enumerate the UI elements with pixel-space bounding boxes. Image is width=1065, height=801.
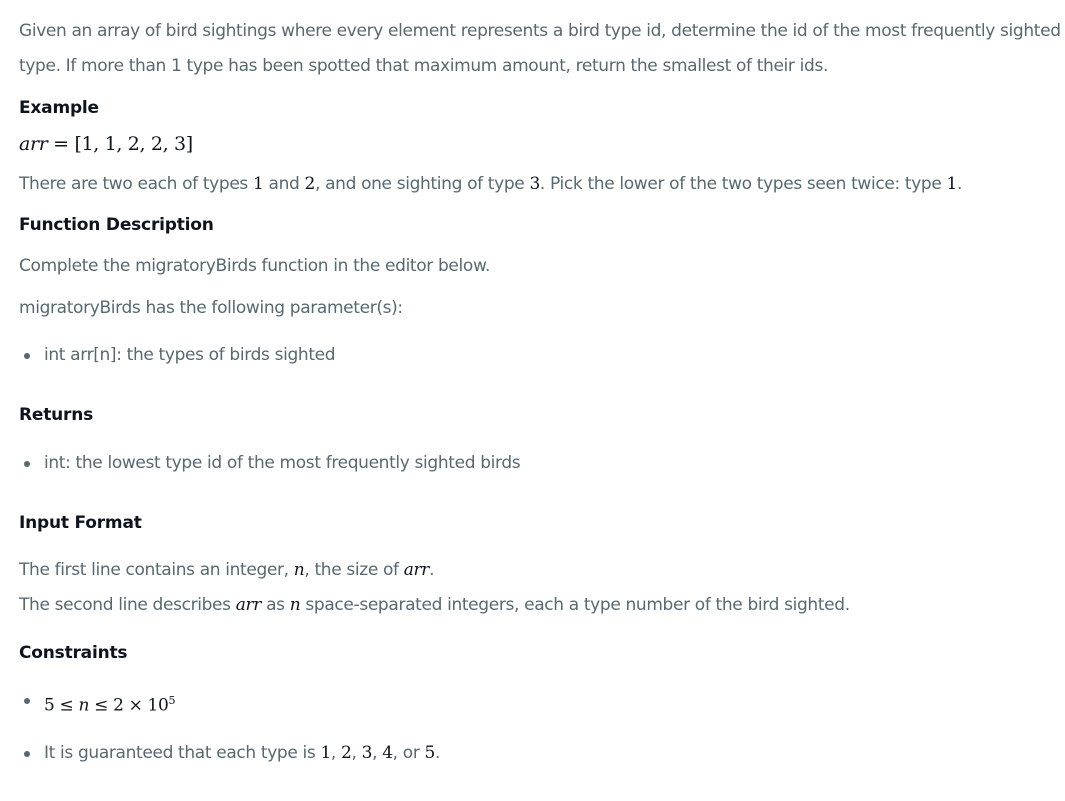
math-num: 1 xyxy=(320,743,331,763)
math-num: 4 xyxy=(382,743,393,763)
param-text: int arr[n]: the types of birds sighted xyxy=(44,345,336,365)
constraint-text: , xyxy=(351,743,362,763)
example-value: [1, 1, 2, 2, 3] xyxy=(74,133,193,155)
function-description-line-1: Complete the migratoryBirds function in … xyxy=(19,256,491,276)
bullet-icon xyxy=(24,353,30,359)
explain-num: 3 xyxy=(529,174,540,194)
explain-num: 1 xyxy=(946,174,958,194)
explain-text: and xyxy=(263,174,305,194)
example-explanation: There are two each of types 1 and 2, and… xyxy=(19,167,962,202)
math-num: 2 xyxy=(341,743,352,763)
example-heading: Example xyxy=(19,98,99,118)
math-exponent: 5 xyxy=(168,694,176,707)
math-text: ≤ 2 × 10 xyxy=(89,695,169,716)
constraints-heading: Constraints xyxy=(19,643,128,663)
returns-text: int: the lowest type id of the most freq… xyxy=(44,453,521,473)
math-num: 3 xyxy=(361,743,373,763)
input-text: space-separated integers, each a type nu… xyxy=(300,595,850,615)
bullet-icon xyxy=(24,461,30,467)
explain-text: . xyxy=(957,174,963,194)
bullet-icon xyxy=(24,698,30,704)
math-var: n xyxy=(293,560,305,580)
input-text: The second line describes xyxy=(19,595,236,615)
input-text: , the size of xyxy=(304,560,404,580)
constraint-text: . xyxy=(434,743,441,763)
function-description-heading: Function Description xyxy=(19,215,214,235)
constraint-text: , or xyxy=(392,743,425,763)
constraint-text: It is guaranteed that each type is xyxy=(44,743,321,763)
math-var: arr xyxy=(403,560,430,580)
math-var: n xyxy=(78,695,90,716)
example-var: arr xyxy=(19,133,48,155)
math-var: arr xyxy=(235,595,262,615)
intro-line-1: Given an array of bird sightings where e… xyxy=(19,21,1061,41)
constraint-list-item: It is guaranteed that each type is 1, 2,… xyxy=(19,736,440,771)
example-array: arr = [1, 1, 2, 2, 3] xyxy=(19,127,193,162)
explain-text: There are two each of types xyxy=(19,174,253,194)
returns-list-item: int: the lowest type id of the most freq… xyxy=(19,446,521,481)
constraint-text: , xyxy=(372,743,383,763)
input-text: as xyxy=(261,595,290,615)
input-format-line-1: The first line contains an integer, n, t… xyxy=(19,553,435,588)
explain-text: , and one sighting of type xyxy=(314,174,530,194)
explain-text: . Pick the lower of the two types seen t… xyxy=(539,174,947,194)
math-num: 5 xyxy=(424,743,436,763)
input-text: . xyxy=(429,560,435,580)
function-description-line-2: migratoryBirds has the following paramet… xyxy=(19,298,403,318)
param-list-item: int arr[n]: the types of birds sighted xyxy=(19,338,336,373)
bullet-icon xyxy=(24,751,30,757)
math-text: 5 ≤ xyxy=(44,695,79,716)
constraint-text: , xyxy=(330,743,342,763)
input-format-line-2: The second line describes arr as n space… xyxy=(19,588,850,623)
input-format-heading: Input Format xyxy=(19,513,142,533)
constraint-list-item: 5 ≤ n ≤ 2 × 105 xyxy=(19,683,175,724)
example-equals: = xyxy=(53,133,69,155)
returns-heading: Returns xyxy=(19,405,94,425)
explain-num: 2 xyxy=(304,174,316,194)
input-text: The first line contains an integer, xyxy=(19,560,294,580)
explain-num: 1 xyxy=(253,174,264,194)
math-var: n xyxy=(289,595,301,615)
intro-line-2: type. If more than 1 type has been spott… xyxy=(19,56,829,76)
